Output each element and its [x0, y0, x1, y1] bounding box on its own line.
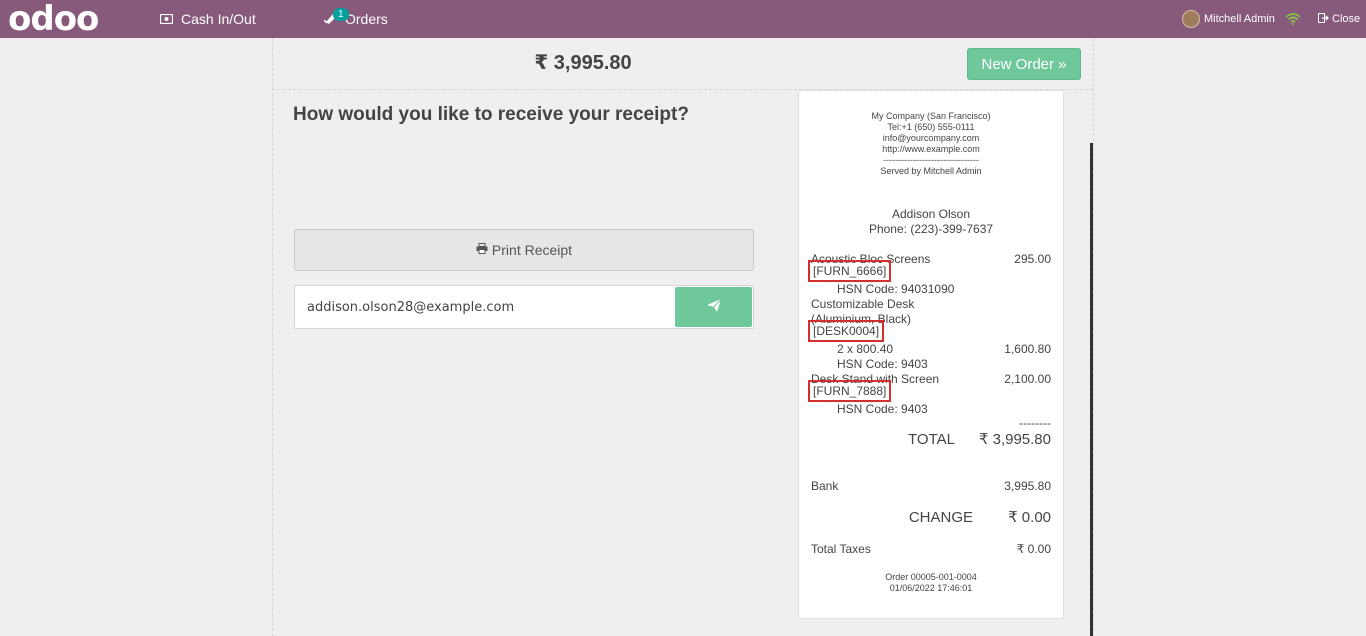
company-email: info@yourcompany.com: [882, 133, 980, 143]
payment-method: Bank: [811, 479, 839, 493]
print-receipt-button[interactable]: Print Receipt: [294, 229, 754, 271]
print-icon: [476, 243, 488, 257]
total-taxes-label: Total Taxes: [811, 542, 871, 556]
change-label: CHANGE: [908, 509, 973, 526]
receipt-paper: My Company (San Francisco) Tel:+1 (650) …: [798, 90, 1064, 619]
odoo-logo: odoo: [8, 0, 99, 39]
receipt-options-pane: How would you like to receive your recei…: [273, 90, 773, 636]
customer-name: Addison Olson: [891, 207, 971, 221]
orders-button[interactable]: Orders: [323, 0, 388, 38]
order-reference: Order 00005-001-0004: [885, 572, 977, 582]
line-2-code: [DESK0004]: [808, 320, 885, 342]
new-order-button[interactable]: New Order »: [967, 48, 1081, 80]
cash-in-out-label: Cash In/Out: [181, 11, 256, 27]
line-3-hsn: HSN Code: 9403: [837, 402, 928, 416]
money-icon: [159, 12, 174, 27]
cash-in-out-button[interactable]: Cash In/Out: [159, 0, 256, 38]
wifi-icon[interactable]: [1285, 0, 1301, 38]
total-separator: --------: [1019, 416, 1051, 430]
total-label: TOTAL: [908, 431, 955, 448]
top-navbar: odoo Cash In/Out Orders 1 Mitchell Admin…: [0, 0, 1366, 38]
print-receipt-label: Print Receipt: [491, 242, 573, 258]
company-website: http://www.example.com: [882, 144, 980, 154]
sign-out-icon: [1318, 12, 1329, 26]
order-total: ₹ 3,995.80: [534, 52, 632, 74]
total-taxes-value: ₹ 0.00: [1016, 542, 1051, 556]
receipt-question: How would you like to receive your recei…: [293, 104, 689, 125]
line-2-amount: 1,600.80: [1004, 342, 1051, 356]
close-label: Close: [1332, 13, 1361, 25]
line-1-amount: 295.00: [1014, 252, 1051, 266]
line-2-hsn: HSN Code: 9403: [837, 357, 928, 371]
orders-count-badge: 1: [333, 8, 349, 21]
send-email-button[interactable]: [675, 287, 752, 327]
line-2-name: Customizable Desk: [811, 297, 915, 311]
company-name: My Company (San Francisco): [871, 111, 991, 121]
receipt-top-bar: ₹ 3,995.80 New Order »: [273, 38, 1093, 90]
orders-label: Orders: [345, 11, 388, 27]
receipt-scrollbar[interactable]: [1090, 143, 1093, 636]
line-2-qty: 2 x 800.40: [837, 342, 894, 356]
customer-phone: Phone: (223)-399-7637: [868, 222, 994, 236]
avatar: [1182, 10, 1200, 28]
line-1-code: [FURN_6666]: [808, 260, 892, 282]
company-tel: Tel:+1 (650) 555-0111: [887, 122, 975, 132]
line-1-hsn: HSN Code: 94031090: [837, 282, 955, 296]
line-3-code: [FURN_7888]: [808, 380, 892, 402]
total-value: ₹ 3,995.80: [978, 431, 1051, 448]
email-receipt-row: [294, 285, 754, 329]
order-date: 01/06/2022 17:46:01: [889, 583, 973, 593]
close-button[interactable]: Close: [1318, 0, 1360, 38]
email-input[interactable]: [295, 286, 675, 328]
user-menu[interactable]: Mitchell Admin: [1182, 0, 1275, 38]
change-value: ₹ 0.00: [1008, 509, 1051, 526]
user-name: Mitchell Admin: [1204, 13, 1275, 25]
paper-plane-icon: [706, 298, 721, 315]
header-separator: --------------------------------: [883, 155, 979, 165]
served-by: Served by Mitchell Admin: [880, 166, 982, 176]
payment-amount: 3,995.80: [1004, 479, 1051, 493]
line-3-amount: 2,100.00: [1004, 372, 1051, 386]
